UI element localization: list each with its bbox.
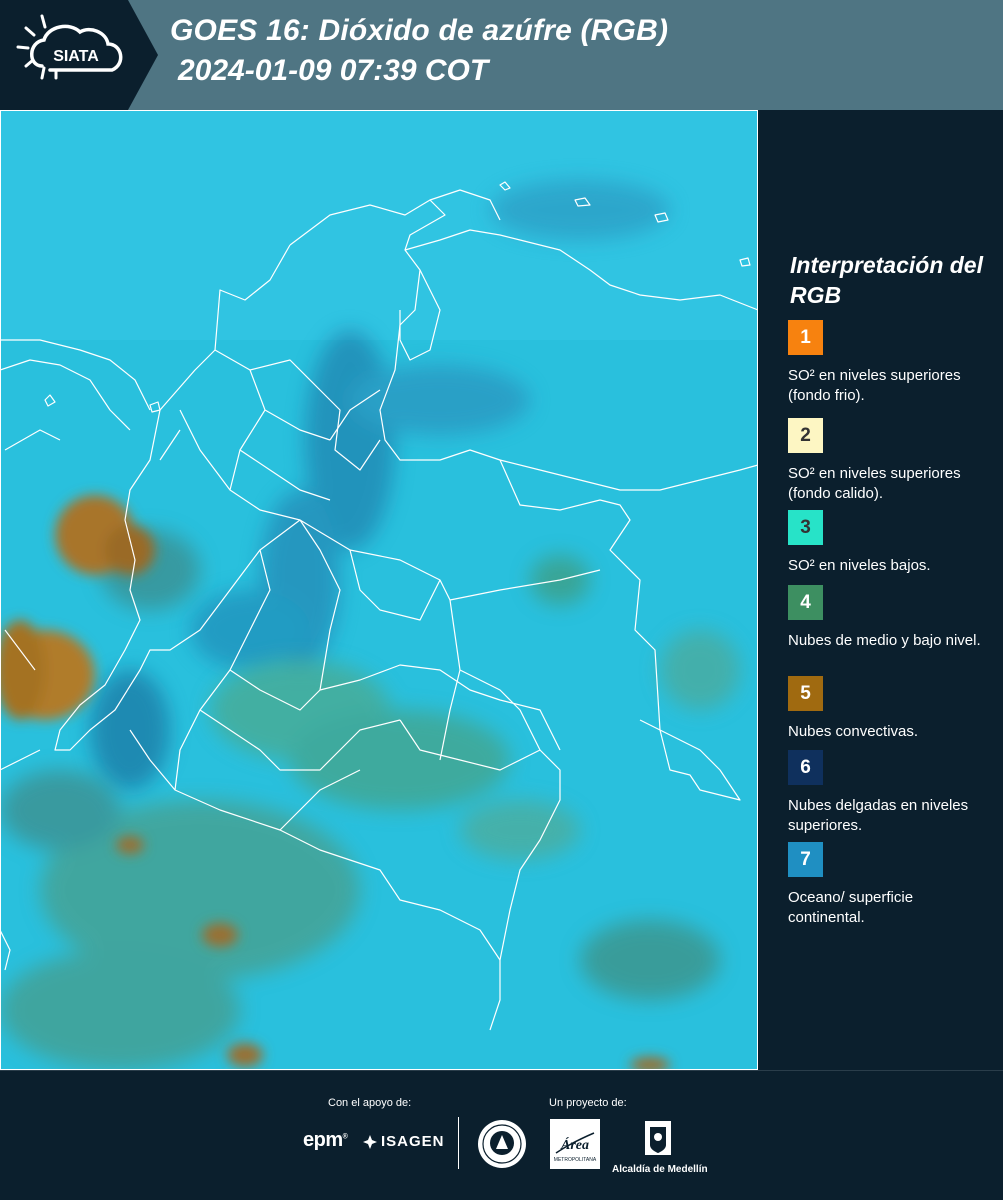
legend-swatch: 2: [788, 418, 823, 453]
legend-label: SO² en niveles bajos.: [788, 557, 931, 574]
isagen-icon: [363, 1134, 377, 1149]
siata-logo: SIATA: [0, 0, 158, 110]
legend-item-5: 5 Nubes convectivas.: [788, 676, 988, 742]
epm-text: epm: [303, 1129, 343, 1151]
legend-number: 1: [800, 326, 811, 348]
legend-number: 2: [800, 424, 811, 446]
page-title: GOES 16: Dióxido de azúfre (RGB): [170, 14, 669, 47]
legend-number: 6: [800, 756, 811, 778]
legend-swatch: 5: [788, 676, 823, 711]
legend-item-1: 1 SO² en niveles superiores (fondo frio)…: [788, 320, 988, 406]
legend-item-2: 2 SO² en niveles superiores (fondo calid…: [788, 418, 988, 504]
legend-panel: Interpretación del RGB 1 SO² en niveles …: [758, 110, 1003, 1070]
legend-number: 5: [800, 682, 811, 704]
epm-logo: epm®: [303, 1129, 348, 1151]
isagen-text: ISAGEN: [381, 1133, 445, 1150]
legend-item-3: 3 SO² en niveles bajos.: [788, 510, 988, 576]
page-timestamp: 2024-01-09 07:39 COT: [178, 54, 489, 87]
legend-label: Nubes de medio y bajo nivel.: [788, 632, 981, 649]
alcaldia-logo: Alcaldía de Medellín: [612, 1119, 708, 1175]
legend-number: 4: [800, 591, 811, 613]
alcaldia-text: Alcaldía de Medellín: [612, 1164, 708, 1175]
legend-label: Nubes convectivas.: [788, 723, 919, 740]
area-metropolitana-logo: Área METROPOLITANA: [550, 1119, 600, 1174]
footer: Con el apoyo de: Un proyecto de: epm® IS…: [0, 1070, 1003, 1200]
legend-item-4: 4 Nubes de medio y bajo nivel.: [788, 585, 988, 651]
area-sub-text: METROPOLITANA: [554, 1157, 597, 1163]
legend-item-6: 6 Nubes delgadas en niveles superiores.: [788, 750, 988, 836]
medellin-seal-icon: [477, 1119, 527, 1174]
legend-swatch: 7: [788, 842, 823, 877]
legend-number: 7: [800, 848, 811, 870]
legend-swatch: 3: [788, 510, 823, 545]
project-label: Un proyecto de:: [549, 1097, 627, 1109]
legend-swatch: 1: [788, 320, 823, 355]
legend-number: 3: [800, 516, 811, 538]
legend-title: Interpretación del RGB: [790, 252, 983, 308]
legend-label: Oceano/ superficie continental.: [788, 889, 914, 926]
footer-divider: [458, 1117, 459, 1169]
support-label: Con el apoyo de:: [328, 1097, 412, 1109]
isagen-logo: ISAGEN: [362, 1133, 445, 1150]
legend-item-7: 7 Oceano/ superficie continental.: [788, 842, 988, 928]
satellite-map: [0, 110, 758, 1070]
legend-swatch: 6: [788, 750, 823, 785]
area-text: Área: [560, 1136, 589, 1153]
legend-swatch: 4: [788, 585, 823, 620]
logo-text: SIATA: [53, 48, 99, 65]
coat-of-arms-icon: [645, 1121, 671, 1155]
legend-label: Nubes delgadas en niveles superiores.: [788, 797, 969, 834]
legend-label: SO² en niveles superiores (fondo frio).: [788, 367, 961, 404]
header-bar: SIATA GOES 16: Dióxido de azúfre (RGB) 2…: [0, 0, 1003, 110]
legend-label: SO² en niveles superiores (fondo calido)…: [788, 465, 961, 502]
